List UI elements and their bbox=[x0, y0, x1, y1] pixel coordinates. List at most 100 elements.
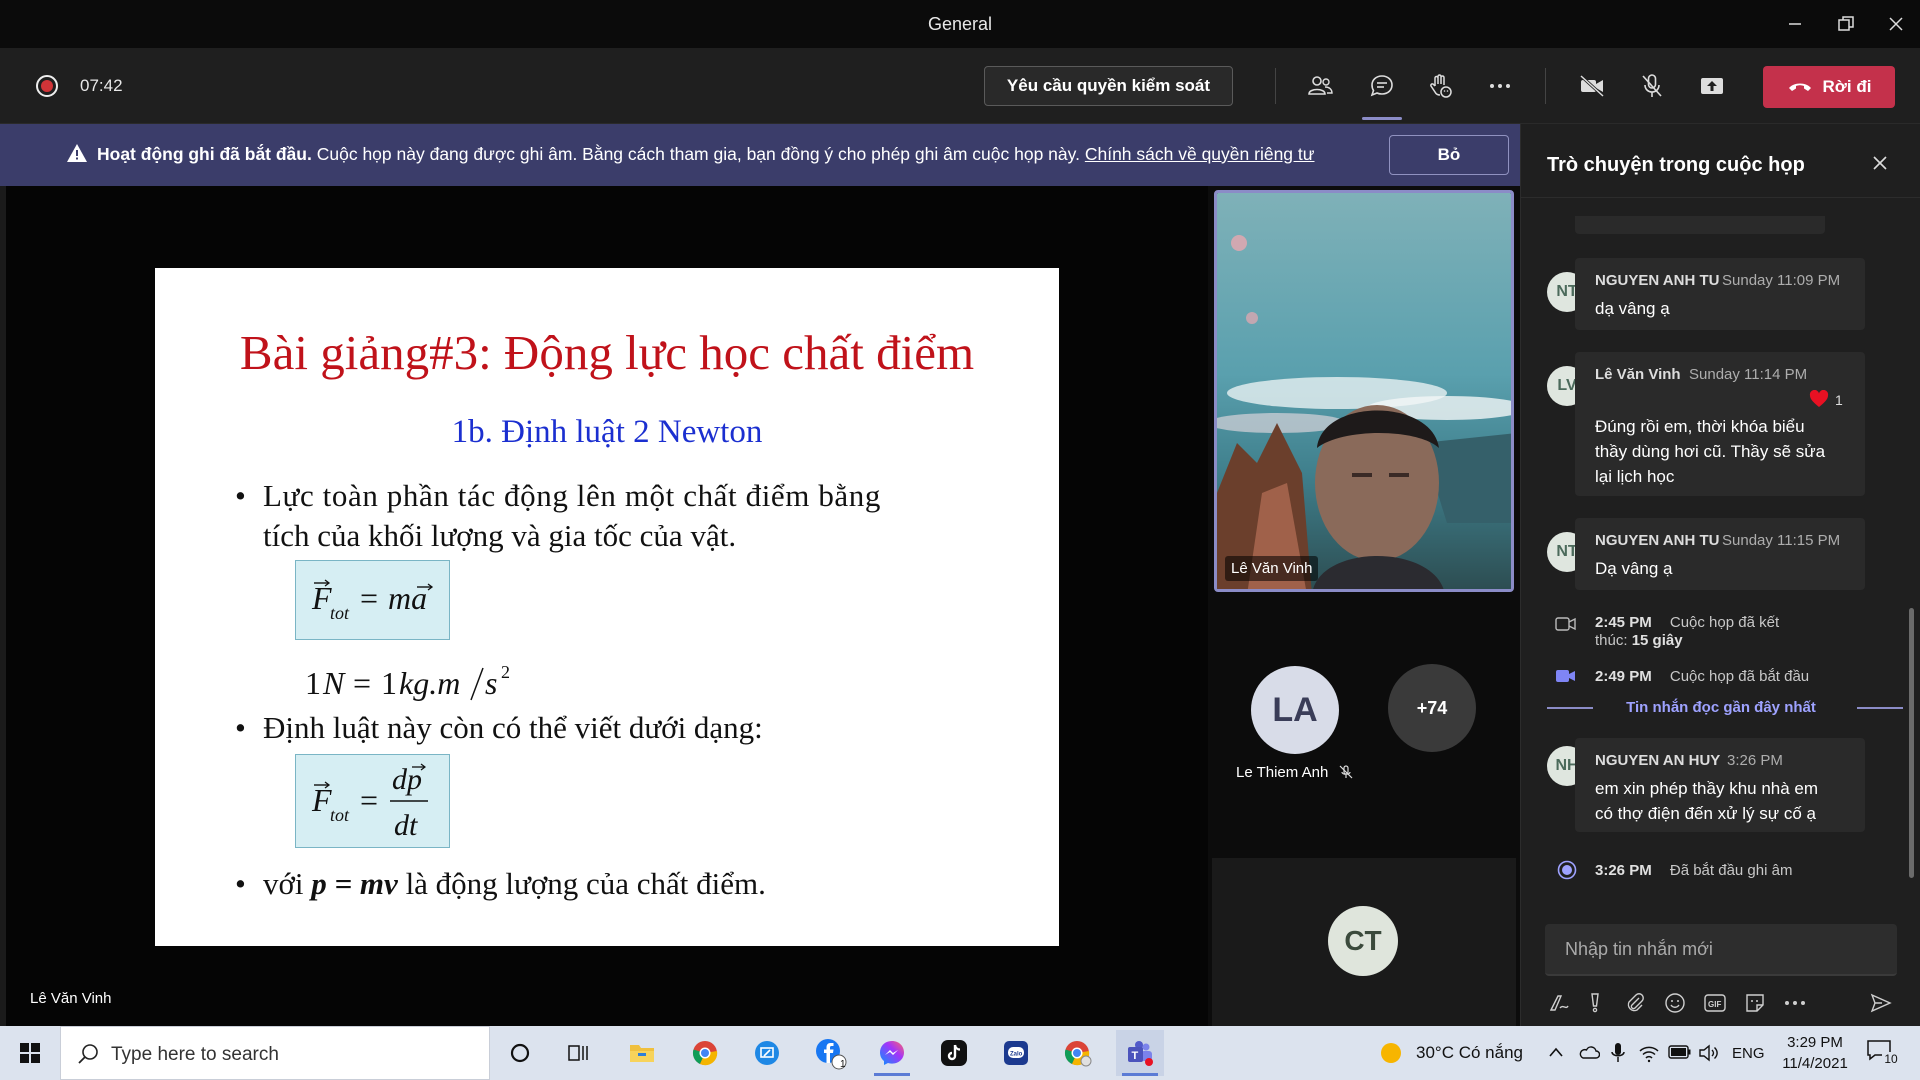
dismiss-banner-button[interactable]: Bỏ bbox=[1389, 135, 1509, 175]
camera-toggle-button[interactable] bbox=[1572, 68, 1612, 104]
message-input[interactable] bbox=[1545, 924, 1897, 974]
more-options-button[interactable] bbox=[1781, 990, 1809, 1016]
task-view-button[interactable] bbox=[555, 1030, 603, 1076]
tiktok-app[interactable] bbox=[930, 1030, 978, 1076]
file-explorer-app[interactable] bbox=[618, 1030, 666, 1076]
svg-text:F: F bbox=[311, 580, 332, 616]
chat-message[interactable]: NGUYEN ANH TU Sunday 11:15 PM Dạ vâng ạ bbox=[1575, 518, 1865, 590]
participants-button[interactable] bbox=[1300, 68, 1340, 104]
weather-text[interactable]: 30°C Có nắng bbox=[1416, 1043, 1523, 1063]
exclamation-icon bbox=[1591, 993, 1599, 1013]
format-button[interactable] bbox=[1545, 990, 1573, 1016]
teams-icon: T bbox=[1128, 1041, 1153, 1066]
paperclip-icon bbox=[1627, 993, 1644, 1012]
reactions-button[interactable] bbox=[1420, 68, 1460, 104]
taskbar-search-box[interactable]: Type here to search bbox=[60, 1026, 490, 1080]
window-title: General bbox=[927, 14, 993, 34]
send-button[interactable] bbox=[1867, 990, 1895, 1016]
more-actions-button[interactable] bbox=[1480, 68, 1520, 104]
svg-text:dt: dt bbox=[394, 809, 418, 842]
wifi-icon[interactable] bbox=[1638, 1043, 1660, 1063]
system-event-meeting-ended: 2:45 PM Cuộc họp đã kết bbox=[1595, 614, 1779, 631]
emoji-button[interactable] bbox=[1661, 990, 1689, 1016]
facebook-app[interactable]: 1 bbox=[806, 1030, 854, 1076]
recording-banner: Hoạt động ghi đã bắt đầu. Cuộc họp này đ… bbox=[0, 124, 1520, 186]
gif-button[interactable]: GIF bbox=[1701, 990, 1729, 1016]
slide-title: Bài giảng#3: Động lực học chất điểm bbox=[239, 325, 975, 380]
messenger-app[interactable] bbox=[868, 1030, 916, 1076]
weather-sun-icon[interactable] bbox=[1378, 1040, 1404, 1066]
windows-logo-icon bbox=[20, 1043, 40, 1063]
clock-date: 11/4/2021 bbox=[1782, 1055, 1848, 1072]
messenger-icon bbox=[880, 1041, 904, 1065]
action-center-button[interactable]: 10 bbox=[1866, 1038, 1902, 1070]
system-event-time: 2:49 PM bbox=[1595, 668, 1652, 685]
banner-message: Hoạt động ghi đã bắt đầu. Cuộc họp này đ… bbox=[97, 144, 1314, 165]
chrome-profile-app[interactable] bbox=[1054, 1030, 1102, 1076]
participant-tile-ct[interactable]: CT bbox=[1212, 858, 1516, 1026]
message-sender: NGUYEN AN HUY bbox=[1595, 752, 1721, 769]
message-time: Sunday 11:09 PM bbox=[1722, 272, 1841, 289]
start-button[interactable] bbox=[0, 1026, 60, 1080]
svg-text:=: = bbox=[353, 665, 371, 701]
chat-message[interactable]: NGUYEN ANH TU Sunday 11:09 PM dạ vâng ạ bbox=[1575, 258, 1865, 330]
priority-button[interactable] bbox=[1581, 990, 1609, 1016]
sticker-button[interactable] bbox=[1741, 990, 1769, 1016]
system-clock[interactable]: 3:29 PM 11/4/2021 bbox=[1775, 1032, 1855, 1074]
remote-app[interactable] bbox=[743, 1030, 791, 1076]
title-bar: General bbox=[0, 0, 1920, 48]
close-window-button[interactable] bbox=[1874, 8, 1918, 40]
bullet-glyph: • bbox=[235, 866, 246, 901]
svg-text:1: 1 bbox=[305, 665, 321, 701]
attach-button[interactable] bbox=[1621, 990, 1649, 1016]
svg-text:2: 2 bbox=[501, 662, 510, 682]
microphone-icon[interactable] bbox=[1610, 1042, 1626, 1064]
minimize-button[interactable] bbox=[1773, 8, 1817, 40]
chat-scrollbar[interactable] bbox=[1909, 608, 1914, 878]
chat-icon bbox=[1370, 75, 1393, 97]
chrome-app[interactable] bbox=[681, 1030, 729, 1076]
share-screen-icon bbox=[1701, 78, 1723, 94]
close-chat-button[interactable] bbox=[1865, 148, 1895, 178]
privacy-policy-link[interactable]: Chính sách về quyền riêng tư bbox=[1085, 144, 1315, 164]
more-participants-button[interactable]: +74 bbox=[1388, 664, 1476, 752]
chat-message[interactable]: Lê Văn Vinh Sunday 11:14 PM 1 Đúng rồi e… bbox=[1575, 352, 1865, 496]
avatar-la[interactable]: LA bbox=[1251, 666, 1339, 754]
toolbar-divider bbox=[1275, 68, 1276, 104]
zalo-icon: Zalo bbox=[1004, 1041, 1028, 1065]
mic-muted-icon bbox=[1340, 765, 1353, 779]
cortana-button[interactable] bbox=[496, 1030, 544, 1076]
onedrive-cloud-icon[interactable] bbox=[1578, 1044, 1600, 1060]
volume-icon[interactable] bbox=[1698, 1043, 1720, 1063]
formula-f-equals-ma-graphic: F tot = ma bbox=[311, 579, 434, 623]
task-view-icon bbox=[568, 1045, 588, 1061]
chat-button[interactable] bbox=[1362, 68, 1402, 104]
system-event-text: thúc: bbox=[1595, 632, 1628, 649]
participant-video-tile[interactable]: Lê Văn Vinh bbox=[1214, 190, 1514, 592]
chat-message[interactable]: NGUYEN AN HUY 3:26 PM em xin phép thầy k… bbox=[1575, 738, 1865, 832]
chat-active-indicator bbox=[1362, 117, 1402, 120]
mic-toggle-button[interactable] bbox=[1632, 68, 1672, 104]
avatar-initials: LV bbox=[1557, 377, 1577, 394]
message-text-line: lại lịch học bbox=[1595, 467, 1675, 486]
heart-reaction-icon[interactable] bbox=[1809, 390, 1829, 408]
zalo-app[interactable]: Zalo bbox=[992, 1030, 1040, 1076]
system-event-meeting-started: 2:49 PM Cuộc họp đã bắt đầu bbox=[1595, 668, 1809, 685]
input-language[interactable]: ENG bbox=[1732, 1045, 1765, 1062]
system-event-duration: thúc: 15 giây bbox=[1595, 632, 1683, 649]
meeting-toolbar: 07:42 Yêu cầu quyền kiểm soát Rời đi bbox=[0, 48, 1920, 124]
teams-app[interactable]: T bbox=[1116, 1030, 1164, 1076]
battery-icon[interactable] bbox=[1668, 1045, 1692, 1059]
show-hidden-icons-button[interactable] bbox=[1548, 1043, 1564, 1063]
avatar-ct: CT bbox=[1328, 906, 1398, 976]
leave-meeting-button[interactable]: Rời đi bbox=[1763, 66, 1895, 108]
message-time: Sunday 11:15 PM bbox=[1722, 532, 1841, 549]
svg-text:kg.m: kg.m bbox=[399, 665, 460, 701]
system-event-text: Cuộc họp đã bắt đầu bbox=[1669, 668, 1810, 685]
request-control-button[interactable]: Yêu cầu quyền kiểm soát bbox=[984, 66, 1233, 106]
chrome-profile-icon bbox=[1064, 1041, 1092, 1067]
divider-line-right bbox=[1857, 707, 1903, 709]
emoji-icon bbox=[1665, 993, 1685, 1013]
share-screen-button[interactable] bbox=[1692, 68, 1732, 104]
restore-button[interactable] bbox=[1824, 8, 1868, 40]
